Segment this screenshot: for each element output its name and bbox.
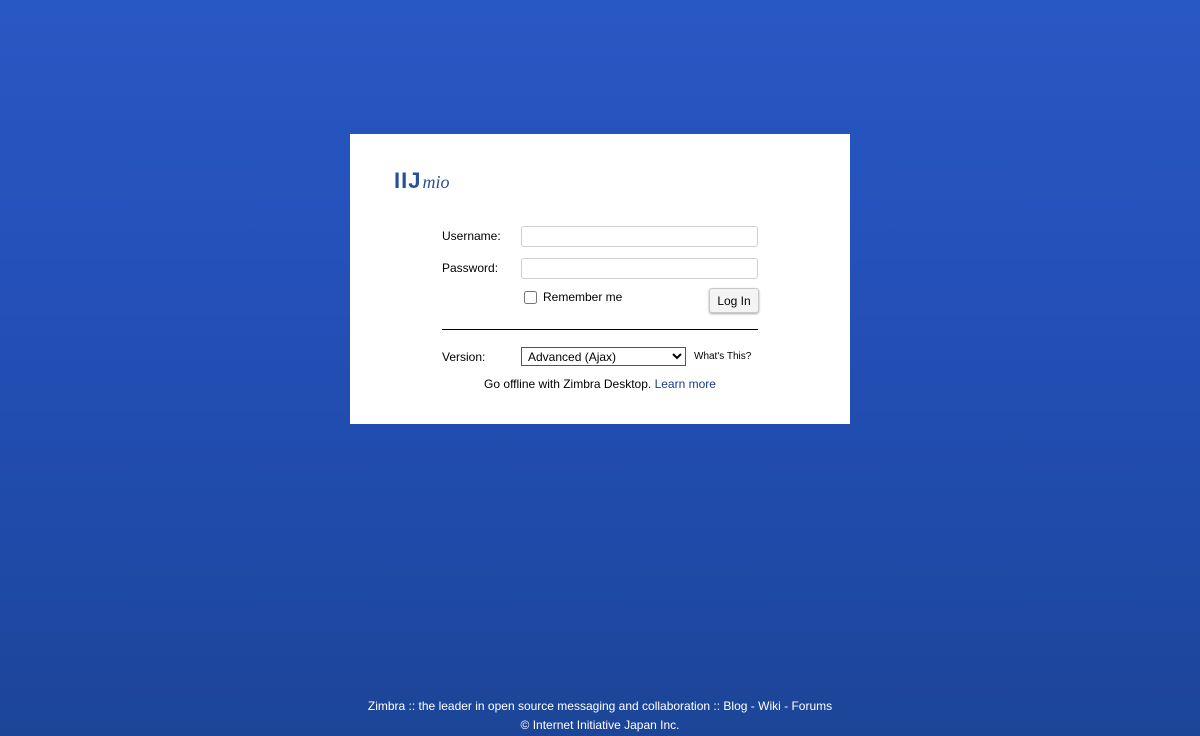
remember-me-label: Remember me <box>543 290 623 304</box>
login-panel: IIJmio Username: Password: Remember me L… <box>350 134 850 424</box>
username-input[interactable] <box>521 226 758 247</box>
footer-separator-2: :: <box>710 699 724 713</box>
remember-me-checkbox[interactable] <box>524 290 537 304</box>
blog-link[interactable]: Blog <box>723 699 747 713</box>
password-input[interactable] <box>521 258 758 279</box>
whats-this-link[interactable]: What's This? <box>694 351 751 362</box>
wiki-link[interactable]: Wiki <box>758 699 781 713</box>
password-label: Password: <box>442 261 499 275</box>
learn-more-link[interactable]: Learn more <box>655 377 716 391</box>
footer-copyright: © Internet Initiative Japan Inc. <box>520 718 680 732</box>
username-label: Username: <box>442 229 501 243</box>
footer-links-line: Zimbra :: the leader in open source mess… <box>0 697 1200 716</box>
login-button[interactable]: Log In <box>709 288 759 313</box>
footer-tagline: the leader in open source messaging and … <box>418 699 711 713</box>
page-footer: Zimbra :: the leader in open source mess… <box>0 697 1200 735</box>
logo-script-text: mio <box>422 172 450 192</box>
version-label: Version: <box>442 350 486 364</box>
remember-me-row: Remember me <box>524 290 622 304</box>
version-select[interactable]: Advanced (Ajax) <box>521 347 686 366</box>
iijmio-logo: IIJmio <box>394 170 449 192</box>
form-divider <box>442 329 758 330</box>
logo-main-text: IIJ <box>394 168 422 193</box>
footer-separator-1: :: <box>405 699 419 713</box>
zimbra-link[interactable]: Zimbra <box>368 699 405 713</box>
forums-link[interactable]: Forums <box>791 699 832 713</box>
footer-dash-2: - <box>780 699 792 713</box>
offline-text: Go offline with Zimbra Desktop. <box>484 377 652 391</box>
footer-dash-1: - <box>747 699 759 713</box>
offline-message: Go offline with Zimbra Desktop. Learn mo… <box>350 377 850 391</box>
